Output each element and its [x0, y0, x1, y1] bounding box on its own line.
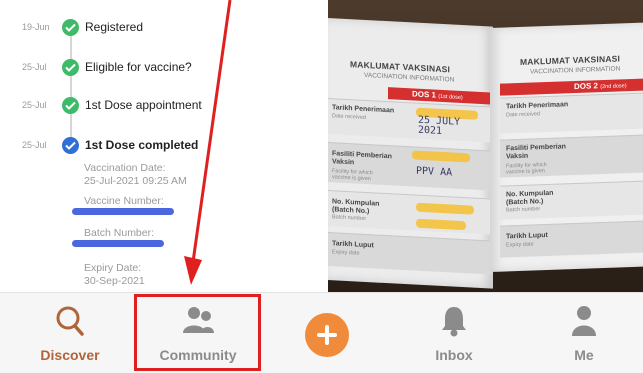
- check-circle-icon: [62, 19, 79, 36]
- field-sub: Batch number: [506, 206, 541, 214]
- dose-label: DOS 1 (1st dose): [412, 89, 463, 102]
- person-icon: [571, 305, 597, 342]
- check-circle-icon: [62, 97, 79, 114]
- event-label: Eligible for vaccine?: [85, 60, 192, 74]
- vaccine-number-label: Vaccine Number:: [84, 195, 164, 207]
- event-label: Registered: [85, 20, 144, 34]
- highlight-box: [134, 294, 261, 371]
- vaccination-card-photo: MAKLUMAT VAKSINASI VACCINATION INFORMATI…: [328, 0, 643, 292]
- nav-discover[interactable]: Discover: [10, 293, 130, 373]
- nav-me[interactable]: Me: [524, 293, 643, 373]
- event-date: 19-Jun: [22, 22, 50, 32]
- bottom-nav-bar: Discover Community Inbox Me: [0, 292, 643, 373]
- timeline-connector: [70, 28, 72, 148]
- vaccination-date-label: Vaccination Date:: [84, 162, 166, 174]
- field-label: Fasiliti Pemberian Vaksin: [332, 150, 392, 167]
- timeline-event-dose-completed: 25-Jul 1st Dose completed: [0, 136, 322, 156]
- redaction-mark: [72, 240, 164, 247]
- search-icon: [55, 305, 85, 342]
- timeline-event-appointment: 25-Jul 1st Dose appointment: [0, 96, 322, 116]
- check-circle-icon: [62, 137, 79, 154]
- field-sub: Date received: [506, 111, 540, 119]
- vaccination-date-value: 25-Jul-2021 09:25 AM: [84, 175, 187, 187]
- event-date: 25-Jul: [22, 140, 47, 150]
- create-post-button[interactable]: [305, 313, 349, 357]
- field-label: Fasiliti Pemberian Vaksin: [506, 143, 566, 161]
- nav-label: Me: [574, 347, 594, 363]
- field-sub: Facility for which vaccine is given: [506, 162, 547, 176]
- vaccination-card-dose2: MAKLUMAT VAKSINASI VACCINATION INFORMATI…: [490, 22, 643, 273]
- handwritten-date: 25 JULY 2021: [418, 114, 461, 137]
- vaccination-timeline: 19-Jun Registered 25-Jul Eligible for va…: [0, 0, 322, 292]
- expiry-date-value: 30-Sep-2021: [84, 275, 145, 287]
- card-title: MAKLUMAT VAKSINASI: [520, 53, 621, 67]
- annotation-arrow: [184, 0, 232, 285]
- redaction-mark: [72, 208, 174, 215]
- vaccination-card-dose1: MAKLUMAT VAKSINASI VACCINATION INFORMATI…: [328, 18, 493, 289]
- event-date: 25-Jul: [22, 62, 47, 72]
- batch-number-label: Batch Number:: [84, 227, 155, 239]
- field-sub: Expiry date: [506, 241, 534, 249]
- card-subtitle: VACCINATION INFORMATION: [530, 65, 621, 76]
- expiry-date-label: Expiry Date:: [84, 262, 142, 274]
- nav-label: Inbox: [435, 347, 473, 363]
- timeline-event-registered: 19-Jun Registered: [0, 18, 322, 38]
- timeline-event-eligible: 25-Jul Eligible for vaccine?: [0, 58, 322, 78]
- dose-label: DOS 2 (2nd dose): [574, 81, 627, 92]
- handwritten-facility: PPV AA: [416, 165, 453, 179]
- nav-label: Discover: [40, 347, 100, 363]
- check-circle-icon: [62, 59, 79, 76]
- field-label: Tarikh Luput: [506, 231, 548, 241]
- plus-icon: [317, 325, 337, 345]
- nav-inbox[interactable]: Inbox: [394, 293, 514, 373]
- event-date: 25-Jul: [22, 100, 47, 110]
- field-label: No. Kumpulan (Batch No.): [506, 189, 554, 207]
- bell-icon: [440, 305, 468, 342]
